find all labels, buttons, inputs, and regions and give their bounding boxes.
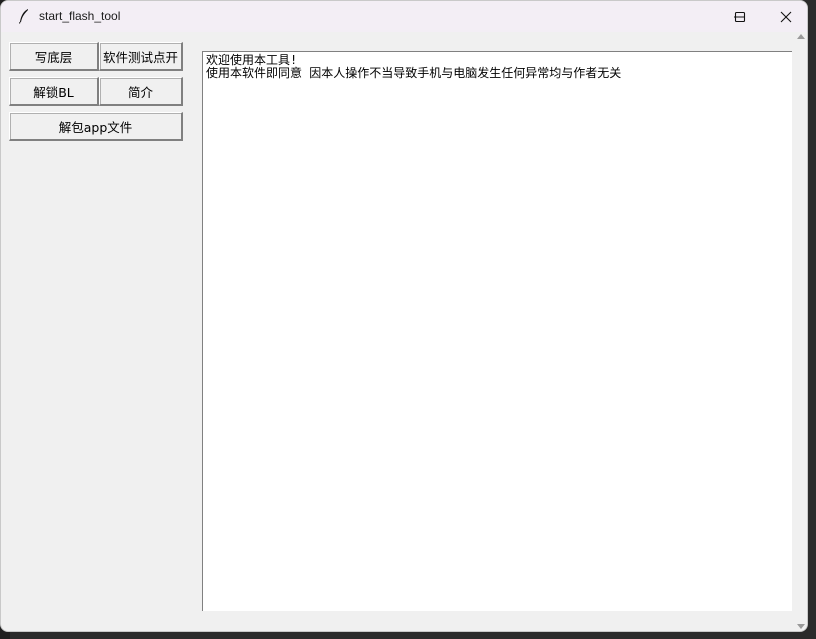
software-test-button[interactable]: 软件测试点开	[99, 42, 183, 71]
close-icon	[780, 11, 792, 22]
maximize-button[interactable]	[717, 1, 763, 32]
scroll-down-icon[interactable]	[796, 623, 806, 631]
title-bar[interactable]: start_flash_tool	[1, 1, 807, 32]
vertical-scrollbar[interactable]	[793, 32, 807, 631]
output-line: 使用本软件即同意 因本人操作不当导致手机与电脑发生任何异常均与作者无关	[206, 66, 622, 80]
close-button[interactable]	[763, 1, 807, 32]
feather-icon	[19, 9, 28, 24]
write-base-button[interactable]: 写底层	[9, 42, 99, 71]
output-text-area[interactable]: 欢迎使用本工具! 使用本软件即同意 因本人操作不当导致手机与电脑发生任何异常均与…	[202, 51, 792, 611]
unlock-bl-button[interactable]: 解锁BL	[9, 77, 99, 106]
maximize-icon	[734, 11, 746, 22]
window-title: start_flash_tool	[39, 9, 121, 23]
scroll-up-icon[interactable]	[796, 32, 806, 40]
app-window: start_flash_tool 写底层 软件测试点开 解锁BL 简介 解包ap…	[0, 0, 808, 632]
unpack-app-button[interactable]: 解包app文件	[9, 112, 183, 141]
intro-button[interactable]: 简介	[99, 77, 183, 106]
